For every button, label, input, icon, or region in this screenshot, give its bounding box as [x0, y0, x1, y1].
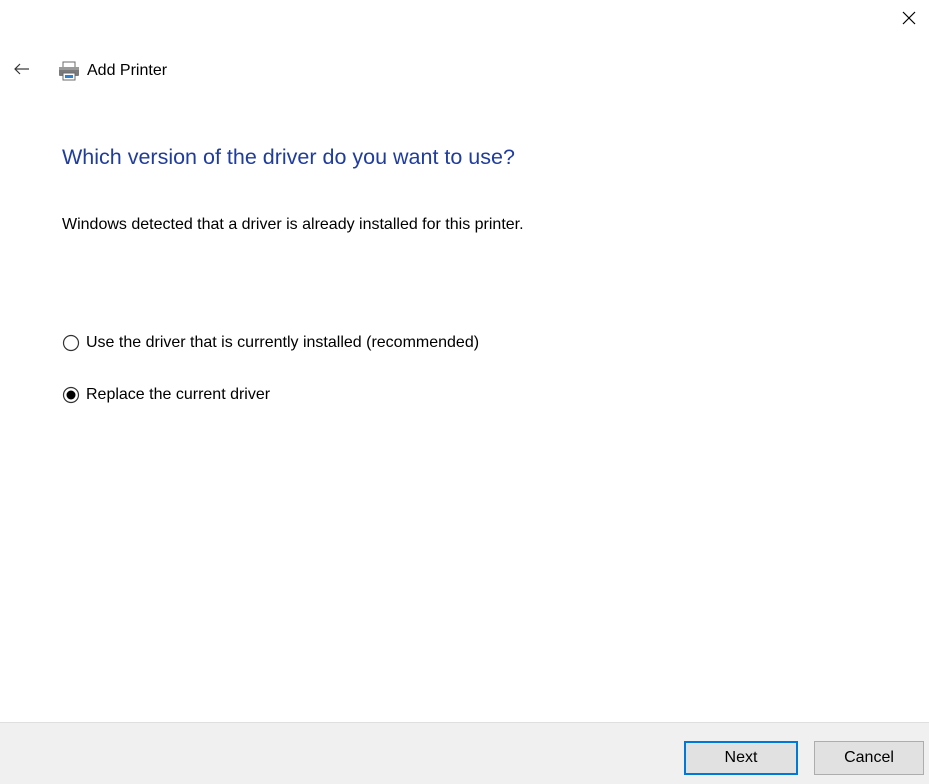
- radio-label: Use the driver that is currently install…: [86, 334, 480, 351]
- close-icon: [902, 11, 916, 25]
- radio-selected-icon: [62, 386, 80, 404]
- printer-icon: [58, 61, 80, 81]
- next-button[interactable]: Next: [684, 741, 798, 775]
- close-button[interactable]: [889, 0, 929, 36]
- description-text: Windows detected that a driver is alread…: [62, 216, 524, 233]
- back-button[interactable]: [8, 58, 36, 84]
- radio-replace-driver[interactable]: Replace the current driver: [62, 386, 270, 404]
- page-heading: Which version of the driver do you want …: [62, 145, 515, 169]
- footer-bar: Next Cancel: [0, 722, 929, 784]
- radio-unselected-icon: [62, 334, 80, 352]
- cancel-button[interactable]: Cancel: [814, 741, 924, 775]
- add-printer-window: Add Printer Which version of the driver …: [0, 0, 929, 784]
- back-arrow-icon: [14, 62, 30, 80]
- dialog-title: Add Printer: [87, 62, 168, 79]
- radio-use-installed-driver[interactable]: Use the driver that is currently install…: [62, 334, 479, 352]
- radio-label: Replace the current driver: [86, 386, 271, 403]
- title-bar: Add Printer: [8, 58, 167, 84]
